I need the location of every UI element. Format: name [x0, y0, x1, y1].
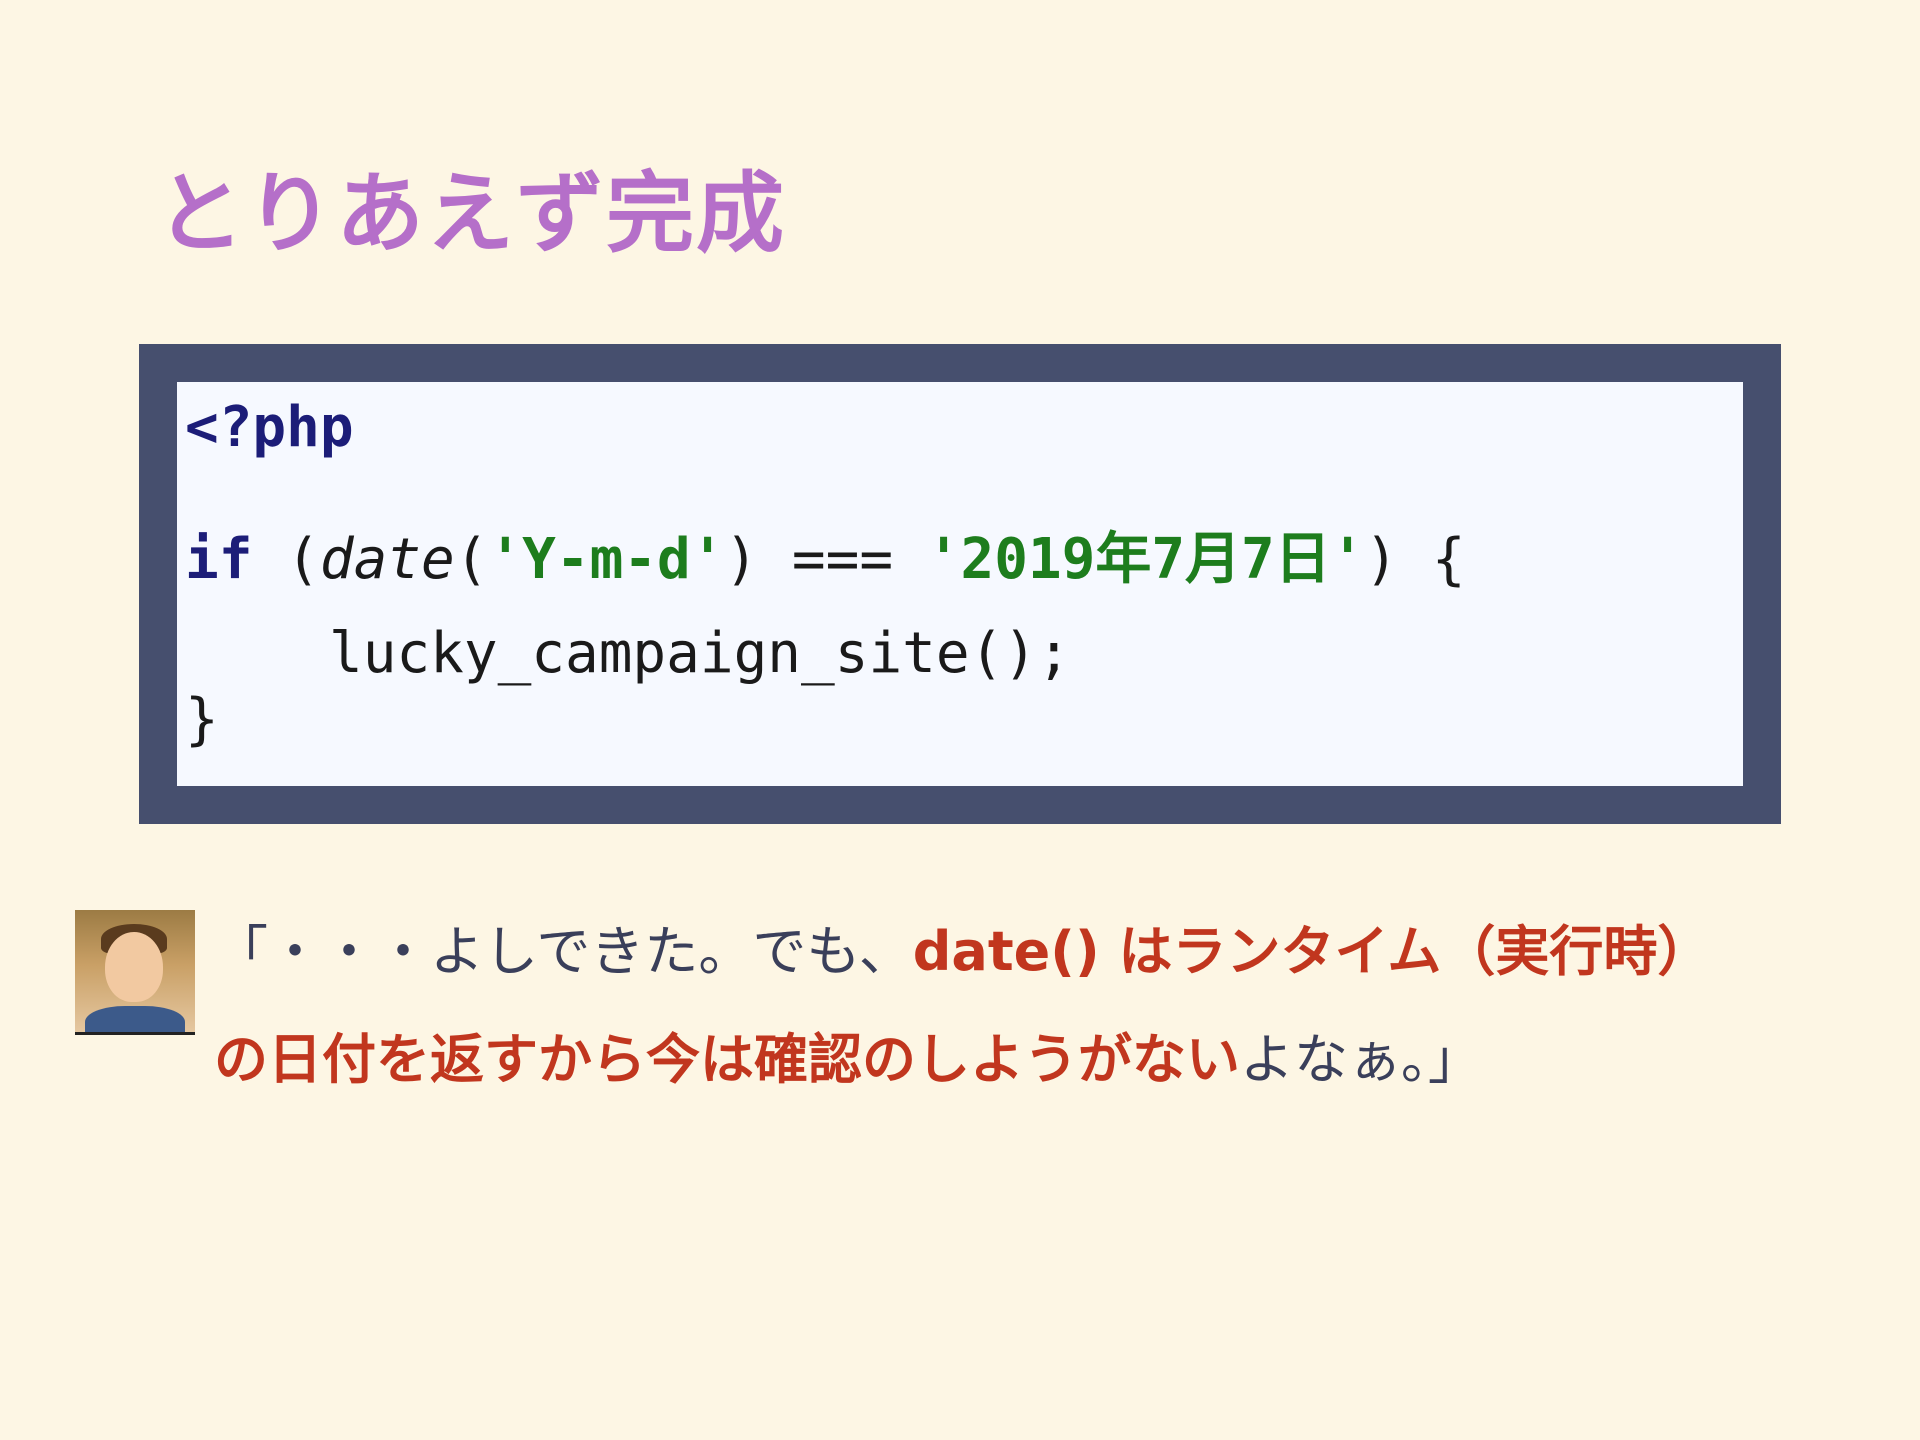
avatar-shirt [85, 1006, 185, 1032]
date-function: date [319, 527, 455, 592]
speaker-comment: 「・・・よしできた。でも、date() はランタイム（実行時）の日付を返すから今… [214, 898, 1754, 1114]
comment-plain-text: 「・・・よしできた。でも、 [214, 920, 913, 983]
call-open: ( [454, 527, 489, 592]
code-block-frame: <?php if (date('Y-m-d') === '2019年7月7日')… [139, 344, 1781, 824]
block-open: ) { [1364, 527, 1466, 592]
code-line-3: lucky_campaign_site(); [329, 621, 1071, 686]
php-open-tag: <?php [185, 395, 354, 460]
date-string: '2019年7月7日' [926, 527, 1365, 592]
code-line-4: } [185, 687, 219, 752]
person-photo-icon [75, 910, 195, 1035]
avatar-face [105, 932, 163, 1002]
slide-title: とりあえず完成 [156, 162, 787, 265]
code-line-2: if (date('Y-m-d') === '2019年7月7日') { [185, 532, 1466, 588]
code-line-1: <?php [185, 400, 354, 456]
code-block: <?php if (date('Y-m-d') === '2019年7月7日')… [177, 382, 1743, 786]
comment-end-text: よなぁ。」 [1240, 1028, 1482, 1091]
paren-open: ( [252, 527, 320, 592]
format-string: 'Y-m-d' [488, 527, 725, 592]
if-keyword: if [185, 527, 253, 592]
comparison-operator: ) === [724, 527, 927, 592]
